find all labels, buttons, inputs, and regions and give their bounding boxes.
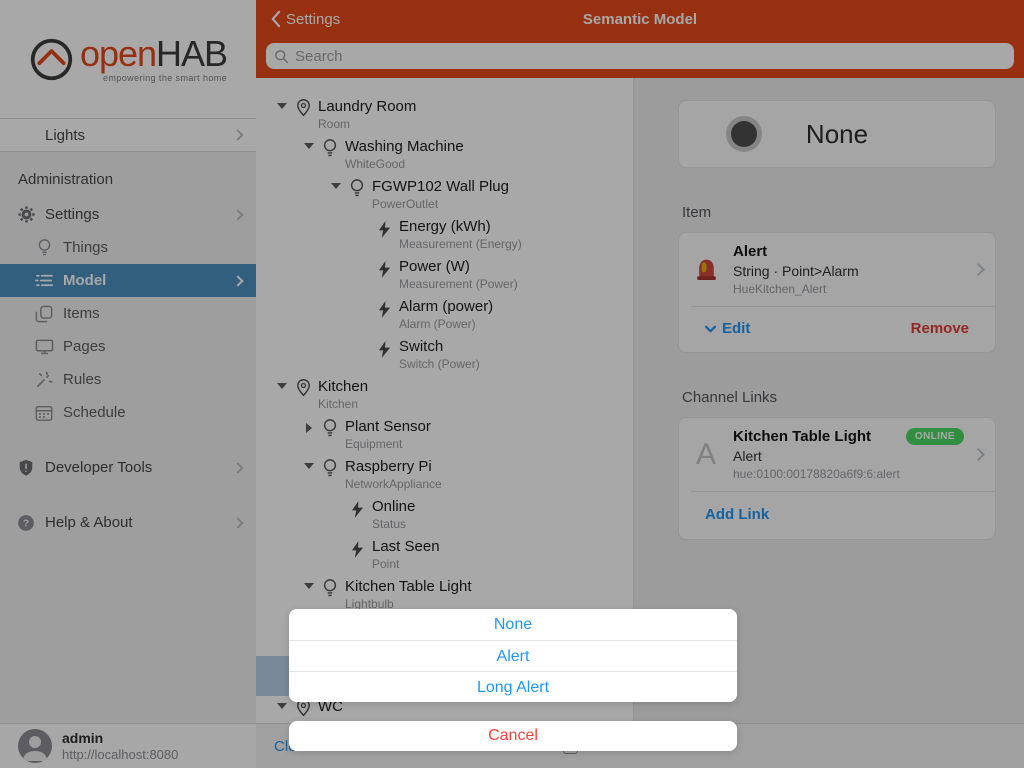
action-sheet-option[interactable]: None [289,609,737,640]
action-sheet-option[interactable]: Long Alert [289,671,737,702]
action-sheet-options: None Alert Long Alert [289,609,737,702]
action-sheet-option[interactable]: Alert [289,640,737,671]
cancel-button[interactable]: Cancel [289,721,737,751]
